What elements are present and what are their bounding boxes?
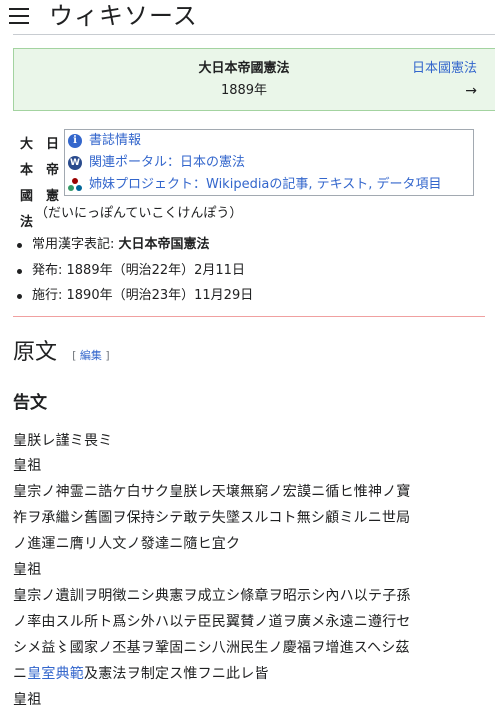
section-divider bbox=[13, 316, 485, 317]
section-title: 原文 bbox=[13, 340, 58, 365]
list-item: 常用漢字表記: 大日本帝国憲法 bbox=[14, 234, 474, 256]
list-item-label: 常用漢字表記: bbox=[32, 237, 119, 252]
work-title: 大日本帝國憲法 bbox=[198, 61, 290, 76]
text-line: ニ皇室典範及憲法ヲ制定ス惟フニ此レ皆 bbox=[13, 661, 269, 687]
section-heading: 原文 [ 編集 ] bbox=[13, 338, 110, 368]
text-line: 祚ヲ承繼シ舊圖ヲ保持シテ敢テ失墜スルコト無シ顧ミルニ世局 bbox=[13, 510, 411, 526]
text-line: 皇祖 bbox=[13, 692, 42, 708]
list-item: 発布: 1889年（明治22年）2月11日 bbox=[14, 260, 474, 282]
info-row-portal[interactable]: W 関連ポータル：日本の憲法 bbox=[65, 153, 475, 173]
info-row-bibliography[interactable]: i 書誌情報 bbox=[65, 131, 475, 151]
info-icon: i bbox=[68, 134, 82, 148]
text-line: 皇朕レ謹ミ畏ミ bbox=[13, 433, 113, 449]
work-year: 1889年 bbox=[220, 83, 268, 98]
text-fragment: ニ bbox=[13, 666, 28, 682]
text-fragment: 及憲法ヲ制定ス惟フニ此レ皆 bbox=[84, 666, 269, 682]
related-links-box: i 書誌情報 W 関連ポータル：日本の憲法 姉妹プロジェクト：Wikipedia… bbox=[64, 129, 474, 196]
text-line: 皇祖 bbox=[13, 562, 42, 578]
list-item-label: 発布: 1889年（明治22年）2月11日 bbox=[32, 263, 245, 278]
vertical-title-col1: 大 本 國 法 bbox=[20, 137, 34, 230]
header: ウィキソース bbox=[0, 0, 495, 34]
subheading: 告文 bbox=[13, 393, 47, 413]
list-item-value: 大日本帝国憲法 bbox=[118, 237, 210, 252]
text-line: 皇宗ノ遺訓ヲ明徴ニシ典憲ヲ成立シ條章ヲ昭示シ內ハ以テ子孫 bbox=[13, 588, 411, 604]
list-item: 施行: 1890年（明治23年）11月29日 bbox=[14, 285, 474, 307]
list-item-label: 施行: 1890年（明治23年）11月29日 bbox=[32, 288, 254, 303]
info-row-sister[interactable]: 姉妹プロジェクト：Wikipediaの記事, テキスト, データ項目 bbox=[65, 175, 475, 195]
title-reading: （だいにっぽんていこくけんぽう） bbox=[35, 206, 243, 221]
imperial-house-law-link[interactable]: 皇室典範 bbox=[27, 666, 84, 682]
next-arrow-icon[interactable]: → bbox=[465, 82, 477, 100]
next-work-link[interactable]: 日本國憲法 bbox=[412, 60, 477, 78]
text-line: 皇祖 bbox=[13, 458, 42, 474]
section-edit-link[interactable]: [ 編集 ] bbox=[72, 349, 110, 362]
portal-icon: W bbox=[68, 156, 82, 170]
text-line: 皇宗ノ神霊ニ誥ケ白サク皇朕レ天壌無窮ノ宏謨ニ循ヒ惟神ノ寶 bbox=[13, 484, 411, 500]
text-line: ノ率由スル所ト爲シ外ハ以テ臣民翼賛ノ道ヲ廣メ永遠ニ遵行セ bbox=[13, 614, 411, 630]
bibliography-link[interactable]: 書誌情報 bbox=[89, 131, 141, 151]
title-box: 大日本帝國憲法 1889年 日本國憲法 → bbox=[13, 48, 495, 111]
bullet-icon bbox=[17, 269, 22, 274]
menu-icon[interactable] bbox=[9, 8, 29, 24]
text-line: シメ益〻國家ノ丕基ヲ鞏固ニシ八洲民生ノ慶福ヲ增進スヘシ茲 bbox=[13, 640, 410, 656]
portal-link[interactable]: 関連ポータル：日本の憲法 bbox=[89, 153, 245, 173]
sister-projects-link[interactable]: 姉妹プロジェクト：Wikipediaの記事, テキスト, データ項目 bbox=[89, 175, 442, 195]
site-title[interactable]: ウィキソース bbox=[49, 0, 198, 32]
bullet-icon bbox=[17, 294, 22, 299]
bullet-icon bbox=[17, 243, 22, 248]
text-line: ノ進運ニ膺リ人文ノ發達ニ隨ヒ宜ク bbox=[13, 536, 241, 552]
wikimedia-sister-icon bbox=[68, 178, 82, 192]
vertical-title-col2: 日 帝 憲 bbox=[46, 137, 60, 204]
header-divider bbox=[13, 34, 495, 35]
